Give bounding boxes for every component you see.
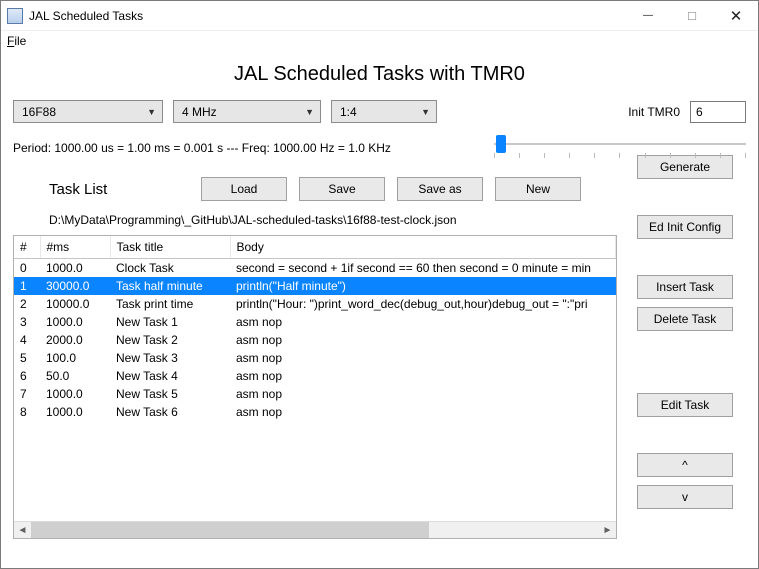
col-header-body[interactable]: Body xyxy=(230,236,616,259)
config-row: 16F88 ▼ 4 MHz ▼ 1:4 ▼ Init TMR0 xyxy=(13,100,746,123)
ed-init-config-button[interactable]: Ed Init Config xyxy=(637,215,733,239)
minimize-button[interactable]: ― xyxy=(626,2,670,30)
mcu-select-value: 16F88 xyxy=(22,105,56,119)
col-header-ms[interactable]: #ms xyxy=(40,236,110,259)
move-down-button[interactable]: v xyxy=(637,485,733,509)
table-row[interactable]: 130000.0Task half minuteprintln("Half mi… xyxy=(14,277,616,295)
cell-idx: 3 xyxy=(14,313,40,331)
freq-select-value: 4 MHz xyxy=(182,105,217,119)
task-table[interactable]: # #ms Task title Body 01000.0Clock Tasks… xyxy=(13,235,617,539)
col-header-idx[interactable]: # xyxy=(14,236,40,259)
cell-ms: 1000.0 xyxy=(40,259,110,278)
cell-title: New Task 1 xyxy=(110,313,230,331)
prescale-select-value: 1:4 xyxy=(340,105,357,119)
cell-idx: 8 xyxy=(14,403,40,421)
tmr0-slider[interactable] xyxy=(494,135,746,163)
init-tmr0-input[interactable] xyxy=(690,101,746,123)
mcu-select[interactable]: 16F88 ▼ xyxy=(13,100,163,123)
chevron-down-icon: ▼ xyxy=(305,107,314,117)
cell-ms: 2000.0 xyxy=(40,331,110,349)
cell-body: asm nop xyxy=(230,367,616,385)
cell-title: New Task 3 xyxy=(110,349,230,367)
cell-idx: 4 xyxy=(14,331,40,349)
scroll-right-icon[interactable]: ► xyxy=(599,522,616,538)
cell-ms: 1000.0 xyxy=(40,313,110,331)
cell-ms: 1000.0 xyxy=(40,403,110,421)
app-icon xyxy=(7,8,23,24)
cell-title: New Task 6 xyxy=(110,403,230,421)
move-up-button[interactable]: ^ xyxy=(637,453,733,477)
title-bar: JAL Scheduled Tasks ― □ ✕ xyxy=(1,1,758,31)
table-row[interactable]: 42000.0New Task 2asm nop xyxy=(14,331,616,349)
table-header-row: # #ms Task title Body xyxy=(14,236,616,259)
cell-body: println("Half minute") xyxy=(230,277,616,295)
prescale-select[interactable]: 1:4 ▼ xyxy=(331,100,437,123)
slider-track xyxy=(494,143,746,145)
cell-body: asm nop xyxy=(230,331,616,349)
table-row[interactable]: 5100.0New Task 3asm nop xyxy=(14,349,616,367)
insert-task-button[interactable]: Insert Task xyxy=(637,275,733,299)
menu-bar: File xyxy=(1,31,758,51)
menu-file[interactable]: File xyxy=(7,34,26,48)
scroll-track[interactable] xyxy=(31,522,599,538)
close-button[interactable]: ✕ xyxy=(714,2,758,30)
cell-body: asm nop xyxy=(230,403,616,421)
cell-ms: 100.0 xyxy=(40,349,110,367)
side-buttons: Generate Ed Init Config Insert Task Dele… xyxy=(637,155,733,539)
window-title: JAL Scheduled Tasks xyxy=(29,9,626,23)
cell-title: Clock Task xyxy=(110,259,230,278)
table-row[interactable]: 31000.0New Task 1asm nop xyxy=(14,313,616,331)
delete-task-button[interactable]: Delete Task xyxy=(637,307,733,331)
cell-ms: 10000.0 xyxy=(40,295,110,313)
period-row: Period: 1000.00 us = 1.00 ms = 0.001 s -… xyxy=(13,135,746,163)
table-row[interactable]: 71000.0New Task 5asm nop xyxy=(14,385,616,403)
horizontal-scrollbar[interactable]: ◄ ► xyxy=(14,521,616,538)
cell-title: New Task 2 xyxy=(110,331,230,349)
period-text: Period: 1000.00 us = 1.00 ms = 0.001 s -… xyxy=(13,135,494,155)
cell-idx: 0 xyxy=(14,259,40,278)
edit-task-button[interactable]: Edit Task xyxy=(637,393,733,417)
cell-title: Task half minute xyxy=(110,277,230,295)
cell-body: second = second + 1if second == 60 then … xyxy=(230,259,616,278)
table-row[interactable]: 81000.0New Task 6asm nop xyxy=(14,403,616,421)
cell-title: New Task 4 xyxy=(110,367,230,385)
cell-idx: 7 xyxy=(14,385,40,403)
save-button[interactable]: Save xyxy=(299,177,385,201)
saveas-button[interactable]: Save as xyxy=(397,177,483,201)
scroll-thumb[interactable] xyxy=(31,522,429,538)
cell-ms: 1000.0 xyxy=(40,385,110,403)
cell-idx: 6 xyxy=(14,367,40,385)
tasklist-label: Task List xyxy=(49,181,201,198)
table-row[interactable]: 650.0New Task 4asm nop xyxy=(14,367,616,385)
cell-body: asm nop xyxy=(230,313,616,331)
slider-ticks xyxy=(494,153,746,159)
slider-thumb[interactable] xyxy=(496,135,506,153)
chevron-down-icon: ▼ xyxy=(421,107,430,117)
scroll-left-icon[interactable]: ◄ xyxy=(14,522,31,538)
page-title: JAL Scheduled Tasks with TMR0 xyxy=(13,63,746,86)
col-header-title[interactable]: Task title xyxy=(110,236,230,259)
cell-title: Task print time xyxy=(110,295,230,313)
new-button[interactable]: New xyxy=(495,177,581,201)
cell-title: New Task 5 xyxy=(110,385,230,403)
cell-idx: 2 xyxy=(14,295,40,313)
table-row[interactable]: 01000.0Clock Tasksecond = second + 1if s… xyxy=(14,259,616,278)
chevron-down-icon: ▼ xyxy=(147,107,156,117)
cell-body: asm nop xyxy=(230,349,616,367)
freq-select[interactable]: 4 MHz ▼ xyxy=(173,100,321,123)
table-empty-space xyxy=(14,421,616,521)
cell-idx: 5 xyxy=(14,349,40,367)
init-tmr0-label: Init TMR0 xyxy=(628,105,680,119)
table-row[interactable]: 210000.0Task print timeprintln("Hour: ")… xyxy=(14,295,616,313)
load-button[interactable]: Load xyxy=(201,177,287,201)
maximize-button[interactable]: □ xyxy=(670,2,714,30)
cell-body: println("Hour: ")print_word_dec(debug_ou… xyxy=(230,295,616,313)
cell-ms: 30000.0 xyxy=(40,277,110,295)
cell-body: asm nop xyxy=(230,385,616,403)
cell-ms: 50.0 xyxy=(40,367,110,385)
cell-idx: 1 xyxy=(14,277,40,295)
